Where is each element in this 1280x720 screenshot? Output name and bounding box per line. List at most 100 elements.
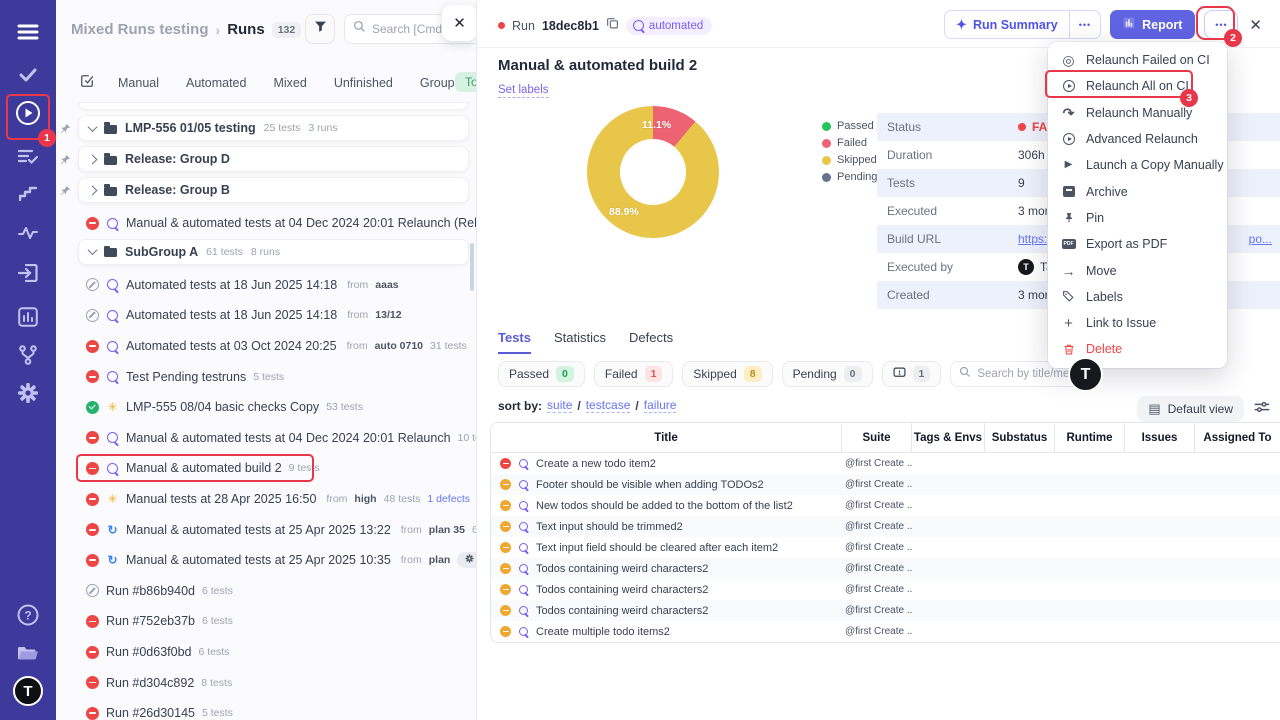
test-row[interactable]: Todos containing weird characters2 @first…	[491, 600, 1280, 621]
menu-item-labels[interactable]: Labels	[1048, 284, 1227, 310]
help-icon[interactable]: ?	[0, 598, 56, 632]
steps-icon[interactable]	[0, 176, 56, 210]
comments-chip[interactable]: 1	[881, 361, 942, 387]
runs-filter-tab-unfinished[interactable]: Unfinished	[334, 76, 393, 90]
default-view-button[interactable]: ▤ Default view	[1137, 396, 1244, 422]
chevron-right-icon[interactable]	[87, 154, 98, 164]
pulse-icon[interactable]	[0, 216, 56, 250]
run-list-item[interactable]: Automated tests at 18 Jun 2025 14:18 from…	[56, 300, 476, 331]
run-list-item[interactable]: Manual & automated tests at 04 Dec 2024 …	[56, 208, 476, 239]
runs-filter-tab-automated[interactable]: Automated	[186, 76, 246, 90]
run-list-item[interactable]: Manual & automated tests at 04 Dec 2024 …	[56, 423, 476, 454]
report-button[interactable]: Report	[1110, 10, 1196, 39]
menu-item-export-as-pdf[interactable]: PDF Export as PDF	[1048, 231, 1227, 257]
sort-link-failure[interactable]: failure	[643, 398, 677, 413]
run-more-actions-button[interactable]: •••	[1204, 10, 1239, 39]
scrollbar-thumb[interactable]	[470, 243, 474, 291]
menu-item-advanced-relaunch[interactable]: Advanced Relaunch	[1048, 126, 1227, 152]
run-from-value: aaas	[375, 278, 399, 291]
menu-item-move[interactable]: → Move	[1048, 257, 1227, 283]
set-labels-link[interactable]: Set labels	[498, 84, 549, 98]
run-list-item[interactable]: Automated tests at 18 Jun 2025 14:18 from…	[56, 270, 476, 301]
run-list-item[interactable]: Run #b86b940d 6 tests	[56, 576, 476, 607]
select-all-icon[interactable]	[80, 74, 94, 93]
filter-pill-today[interactable]: To	[455, 72, 476, 92]
chip-failed[interactable]: Failed 1	[593, 361, 674, 387]
runs-filter-tab-manual[interactable]: Manual	[118, 76, 159, 90]
test-row[interactable]: Text input should be trimmed2 @first Crea…	[491, 516, 1280, 537]
runs-filter-tab-mixed[interactable]: Mixed	[273, 76, 306, 90]
group-card[interactable]: LMP-556 01/05 testing 25 tests 3 runs	[78, 115, 469, 141]
import-icon[interactable]	[0, 256, 56, 290]
settings-gear-icon[interactable]	[0, 376, 56, 410]
assignee-avatar[interactable]: T	[1068, 357, 1103, 392]
branch-icon[interactable]	[0, 338, 56, 372]
run-list-item[interactable]: ✳ LMP-555 08/04 basic checks Copy 53 tests	[56, 392, 476, 423]
run-list-item[interactable]: Run #d304c892 8 tests	[56, 667, 476, 698]
chip-skipped[interactable]: Skipped 8	[682, 361, 773, 387]
run-list-item[interactable]: ✳ Manual tests at 28 Apr 2025 16:50 from hi…	[56, 484, 476, 515]
tab-statistics[interactable]: Statistics	[554, 330, 606, 354]
tab-tests[interactable]: Tests	[498, 330, 531, 354]
check-icon[interactable]	[0, 58, 56, 92]
copy-icon[interactable]	[606, 16, 619, 35]
chip-pending[interactable]: Pending 0	[781, 361, 873, 387]
run-defects-count[interactable]: 1 defects	[427, 493, 470, 505]
group-tests-count: 25 tests	[263, 122, 301, 134]
user-avatar[interactable]: T	[0, 674, 56, 708]
list-check-icon[interactable]	[0, 140, 56, 174]
tab-defects[interactable]: Defects	[629, 330, 673, 354]
test-row[interactable]: Create a new todo item2 @first Create ...	[491, 453, 1280, 474]
menu-item-delete[interactable]: Delete	[1048, 336, 1227, 362]
group-card[interactable]: Release: Group D	[78, 146, 469, 172]
group-card[interactable]: Release: Group B	[78, 177, 469, 203]
column-settings-icon[interactable]	[1254, 400, 1270, 419]
menu-item-relaunch-failed-on-ci[interactable]: ◎ Relaunch Failed on CI	[1048, 47, 1227, 73]
menu-item-link-to-issue[interactable]: + Link to Issue	[1048, 310, 1227, 336]
run-list-item[interactable]: Run #26d30145 5 tests	[56, 698, 476, 720]
chevron-down-icon[interactable]	[87, 245, 98, 256]
menu-item-pin[interactable]: Pin	[1048, 205, 1227, 231]
run-list-item[interactable]: Run #0d63f0bd 6 tests	[56, 637, 476, 668]
breadcrumb-project[interactable]: Mixed Runs testing	[71, 21, 209, 38]
run-list-item[interactable]: Run #752eb37b 6 tests	[56, 606, 476, 637]
skipped-status-icon	[500, 479, 511, 490]
menu-item-archive[interactable]: Archive	[1048, 178, 1227, 204]
automated-run-icon	[106, 340, 119, 353]
filter-button[interactable]	[305, 14, 335, 44]
svg-text:?: ?	[24, 609, 31, 623]
group-card[interactable]: SubGroup A 61 tests 8 runs	[78, 238, 469, 265]
chart-icon[interactable]	[0, 300, 56, 334]
sort-link-suite[interactable]: suite	[547, 398, 573, 413]
test-row[interactable]: Footer should be visible when adding TOD…	[491, 474, 1280, 495]
sort-link-testcase[interactable]: testcase	[585, 398, 631, 413]
breadcrumb-section[interactable]: Runs	[227, 21, 265, 38]
test-row[interactable]: New todos should be added to the bottom …	[491, 495, 1280, 516]
run-summary-more-button[interactable]: •••	[1068, 11, 1100, 38]
menu-item-relaunch-all-on-ci[interactable]: Relaunch All on CI	[1048, 73, 1227, 99]
chip-passed[interactable]: Passed 0	[498, 361, 585, 387]
test-row[interactable]: Todos containing weird characters2 @first…	[491, 579, 1280, 600]
run-title: Automated tests at 18 Jun 2025 14:18	[126, 277, 338, 292]
menu-item-relaunch-manually[interactable]: ↷ Relaunch Manually	[1048, 100, 1227, 126]
run-list-item[interactable]: Manual & automated build 2 9 tests	[56, 453, 476, 484]
chevron-down-icon[interactable]	[87, 121, 98, 132]
build-url-link-tail[interactable]: po...	[1249, 232, 1272, 246]
test-row[interactable]: Text input field should be cleared after…	[491, 537, 1280, 558]
detail-close-icon[interactable]: ✕	[1247, 16, 1264, 34]
runs-play-icon[interactable]	[0, 96, 56, 130]
run-list-item[interactable]: ↻ Manual & automated tests at 25 Apr 2025…	[56, 514, 476, 545]
run-list-item[interactable]: Automated tests at 03 Oct 2024 20:25 from…	[56, 331, 476, 362]
run-list-item[interactable]: ↻ Manual & automated tests at 25 Apr 2025…	[56, 545, 476, 576]
chevron-right-icon[interactable]	[87, 185, 98, 195]
run-list-item[interactable]: Test Pending testruns 5 tests	[56, 361, 476, 392]
automated-run-icon	[106, 309, 119, 322]
run-summary-button[interactable]: ✦ Run Summary	[945, 17, 1069, 33]
menu-item-launch-a-copy-manually[interactable]: ▶ Launch a Copy Manually	[1048, 152, 1227, 178]
panel-close-button[interactable]: ✕	[442, 5, 476, 41]
hamburger-menu-icon[interactable]	[0, 15, 56, 49]
projects-folder-icon[interactable]	[0, 636, 56, 670]
test-title: Todos containing weird characters2	[536, 604, 709, 617]
test-row[interactable]: Create multiple todo items2 @first Create…	[491, 621, 1280, 642]
test-row[interactable]: Todos containing weird characters2 @first…	[491, 558, 1280, 579]
